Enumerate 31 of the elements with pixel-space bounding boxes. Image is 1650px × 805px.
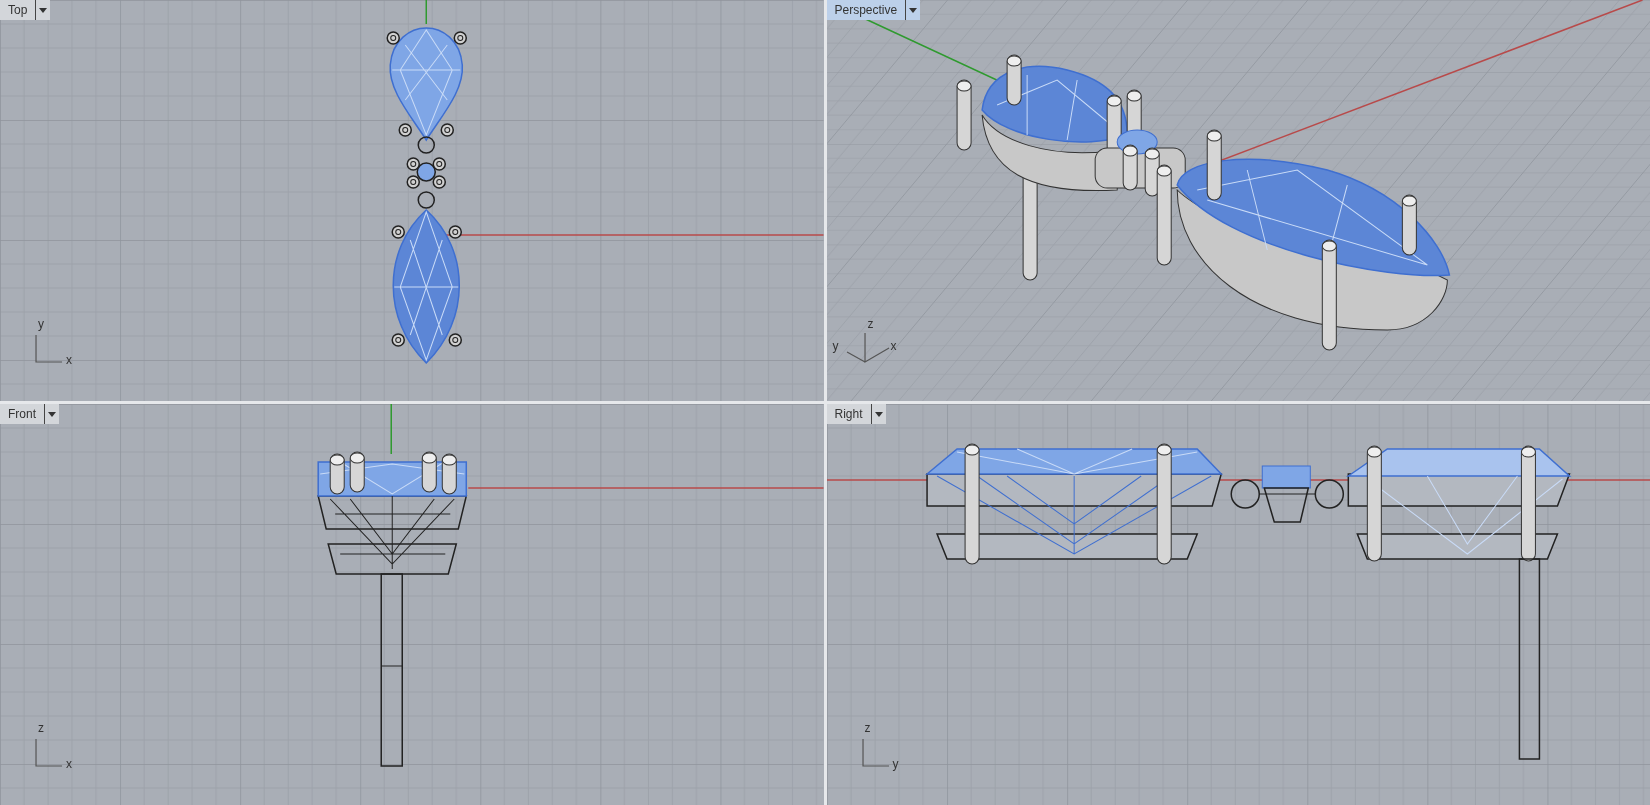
viewport[interactable]: Perspective z y x: [826, 0, 1650, 401]
viewport-title: Right: [833, 406, 864, 423]
viewport-title: Front: [7, 406, 37, 423]
caret-icon: [48, 411, 56, 417]
axis-indicator-icon: [35, 334, 63, 363]
axis-label: x: [890, 340, 897, 352]
viewport-title-tab[interactable]: Right: [826, 404, 886, 424]
viewport[interactable]: Top y x: [0, 0, 824, 401]
viewport[interactable]: Front z x: [0, 404, 824, 805]
axis-label: x: [66, 354, 72, 366]
viewport-title-tab[interactable]: Top: [0, 0, 51, 20]
viewport[interactable]: Right z y: [826, 404, 1650, 805]
axis-label: y: [38, 318, 44, 330]
axis-label: y: [832, 340, 839, 352]
axis-indicator-icon: [845, 332, 890, 364]
axis-line: [390, 404, 392, 455]
axis-label: z: [867, 318, 874, 330]
axis-label: y: [892, 758, 899, 770]
caret-icon: [909, 7, 918, 13]
viewport-title-tab[interactable]: Front: [0, 404, 59, 424]
axis-label: z: [864, 722, 871, 734]
viewport-title-tab[interactable]: Perspective: [826, 0, 921, 20]
axis-label: z: [38, 722, 44, 734]
viewport-title: Top: [7, 2, 29, 19]
axis-label: x: [66, 758, 72, 770]
viewport-title: Perspective: [833, 2, 899, 19]
caret-icon: [874, 411, 883, 417]
axis-indicator-icon: [35, 738, 63, 767]
axis-indicator-icon: [861, 738, 890, 767]
caret-icon: [39, 7, 48, 13]
axis-line: [425, 0, 427, 25]
